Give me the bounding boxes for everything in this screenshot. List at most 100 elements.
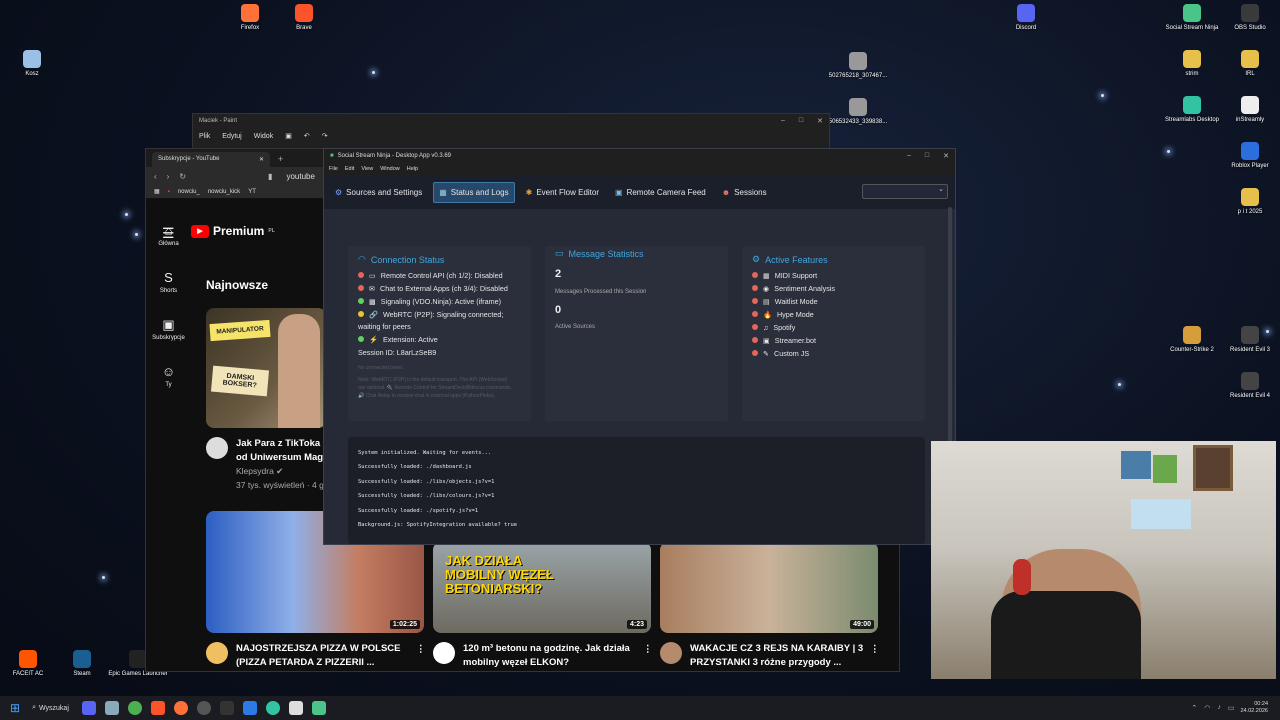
menu-plik[interactable]: Plik [199, 133, 210, 140]
menu-edit[interactable]: Edit [345, 166, 354, 172]
tab-sessions[interactable]: ☻ Sessions [717, 183, 772, 202]
video-title-4a[interactable]: WAKACJE CZ 3 REJS NA KARAIBY | 3 [690, 642, 863, 655]
session-select[interactable]: ⌄ [862, 184, 948, 199]
menu-help[interactable]: Help [407, 166, 418, 172]
maximize-icon[interactable]: □ [925, 152, 929, 160]
brave-icon[interactable] [151, 701, 166, 715]
menu-edytuj[interactable]: Edytuj [222, 133, 241, 140]
explorer-icon[interactable] [105, 701, 120, 715]
video-thumbnail-1[interactable]: MANIPULATOR DAMSKI BOKSER? [206, 308, 326, 428]
desktop-icon[interactable]: Discord [994, 4, 1058, 31]
tab-sources-settings[interactable]: ⚙ Sources and Settings [330, 183, 427, 202]
minimize-icon[interactable]: – [907, 152, 911, 160]
desktop-icon[interactable]: inStreamly [1218, 96, 1280, 123]
video-title-3b[interactable]: mobilny węzeł ELKON? [463, 656, 569, 669]
bookmark-nowciu-kick[interactable]: nowciu_kick [208, 189, 240, 195]
undo-icon[interactable]: ↶ [304, 132, 310, 140]
window-controls[interactable]: – □ ✕ [907, 152, 949, 160]
battery-icon[interactable]: ▭ [1228, 704, 1235, 712]
youtube-logo[interactable]: ▶ Premium PL [191, 224, 275, 238]
ssn-window[interactable]: ■ Social Stream Ninja - Desktop App v0.3.… [323, 148, 956, 545]
paint-icon[interactable] [289, 701, 304, 715]
more-options-icon[interactable]: ⋮ [416, 643, 426, 656]
tab-event-flow[interactable]: ✱ Event Flow Editor [521, 183, 604, 202]
tab-youtube[interactable]: Subskrypcje - YouTube ✕ [152, 152, 270, 167]
save-icon[interactable]: ▣ [285, 132, 292, 140]
more-options-icon[interactable]: ⋮ [870, 643, 880, 656]
clock[interactable]: 00:24 24.02.2026 [1240, 701, 1268, 715]
channel-name[interactable]: Klepsydra ✔ [236, 465, 283, 478]
bookmark-icon-1[interactable]: ▪ [168, 189, 170, 195]
video-thumbnail-3[interactable]: JAK DZIAŁA MOBILNY WĘZEŁ BETONIARSKI? 4:… [433, 542, 651, 633]
sidebar-item-shorts[interactable]: S Shorts [146, 270, 191, 317]
channel-avatar[interactable] [660, 642, 682, 664]
system-tray[interactable]: ⌃ ◠ ♪ ▭ [1191, 704, 1234, 712]
bookmark-yt[interactable]: YT [248, 189, 256, 195]
start-icon[interactable]: ⊞ [10, 701, 20, 715]
video-title-2b[interactable]: (PIZZA PETARDA Z PIZZERII ... [236, 656, 374, 669]
paint-window[interactable]: Maciek - Paint – □ ✕ Plik Edytuj Widok ▣ ↶… [192, 113, 830, 153]
chrome-icon[interactable] [128, 701, 143, 715]
new-tab-icon[interactable]: + [278, 154, 283, 167]
desktop-icon[interactable]: Steam [50, 650, 114, 677]
desktop-icon[interactable]: p i t 2025 [1218, 188, 1280, 215]
redo-icon[interactable]: ↷ [322, 132, 328, 140]
close-tab-icon[interactable]: ✕ [259, 156, 264, 163]
menu-widok[interactable]: Widok [254, 133, 273, 140]
apps-icon[interactable]: ▦ [154, 188, 160, 195]
streamlabs-icon[interactable] [266, 701, 281, 715]
event-log[interactable]: System initialized. Waiting for events..… [348, 437, 925, 544]
desktop-icon[interactable]: Social Stream Ninja [1160, 4, 1224, 31]
channel-avatar[interactable] [206, 437, 228, 459]
close-icon[interactable]: ✕ [943, 152, 949, 160]
desktop-icon[interactable]: Kosz [0, 50, 64, 77]
desktop-icon[interactable]: 502765218_307467... [826, 52, 890, 79]
desktop-icon[interactable]: Resident Evil 3 [1218, 326, 1280, 353]
menu-file[interactable]: File [329, 166, 338, 172]
tab-remote-camera[interactable]: ▣ Remote Camera Feed [610, 183, 711, 202]
desktop-icon[interactable]: Brave [272, 4, 336, 31]
menu-window[interactable]: Window [380, 166, 400, 172]
minimize-icon[interactable]: – [781, 117, 785, 125]
channel-avatar[interactable] [433, 642, 455, 664]
sidebar-item-you[interactable]: ☺ Ty [146, 364, 191, 411]
obs-icon[interactable] [197, 701, 212, 715]
ssn-titlebar[interactable]: ■ Social Stream Ninja - Desktop App v0.3.… [324, 149, 955, 163]
sidebar-item-subscriptions[interactable]: ▣ Subskrypcje [146, 317, 191, 364]
desktop-icon[interactable]: strim [1160, 50, 1224, 77]
desktop-icon[interactable]: Resident Evil 4 [1218, 372, 1280, 399]
wifi-icon[interactable]: ◠ [1204, 704, 1210, 712]
video-title-1b[interactable]: od Uniwersum Magi [236, 451, 326, 464]
maximize-icon[interactable]: □ [799, 117, 803, 125]
more-options-icon[interactable]: ⋮ [643, 643, 653, 656]
video-title-4b[interactable]: PRZYSTANKI 3 różne przygody ... [690, 656, 841, 669]
tab-status-logs[interactable]: ▦ Status and Logs [433, 181, 515, 203]
bookmark-nowciu[interactable]: nowciu_ [178, 189, 200, 195]
video-thumbnail-4[interactable]: 49:00 [660, 542, 878, 633]
firefox-icon[interactable] [174, 701, 189, 715]
menu-view[interactable]: View [361, 166, 373, 172]
desktop-icon[interactable]: IRL [1218, 50, 1280, 77]
video-title-2a[interactable]: NAJOSTRZEJSZA PIZZA W POLSCE [236, 642, 401, 655]
discord-icon[interactable] [82, 701, 97, 715]
back-icon[interactable]: ‹ [154, 172, 157, 181]
forward-icon[interactable]: › [167, 172, 170, 181]
taskbar-search[interactable]: ⌕ Wyszukaj [32, 704, 82, 712]
sidebar-item-home[interactable]: ⌂ Główna [146, 223, 191, 270]
volume-icon[interactable]: ♪ [1217, 704, 1221, 712]
close-icon[interactable]: ✕ [817, 117, 823, 125]
url-field[interactable]: youtube [286, 172, 314, 181]
video-title-3a[interactable]: 120 m³ betonu na godzinę. Jak działa [463, 642, 630, 655]
app-icon[interactable] [243, 701, 258, 715]
window-controls[interactable]: – □ ✕ [781, 117, 823, 125]
reload-icon[interactable]: ↻ [179, 172, 186, 181]
bookmark-icon[interactable]: ▮ [268, 172, 272, 181]
desktop-icon[interactable]: 506532433_339838... [826, 98, 890, 125]
desktop-icon[interactable]: Counter-Strike 2 [1160, 326, 1224, 353]
ssn-icon[interactable] [312, 701, 327, 715]
terminal-icon[interactable] [220, 701, 235, 715]
paint-titlebar[interactable]: Maciek - Paint [193, 114, 829, 128]
desktop-icon[interactable]: Streamlabs Desktop [1160, 96, 1224, 123]
channel-avatar[interactable] [206, 642, 228, 664]
video-title-1a[interactable]: Jak Para z TikToka S [236, 437, 329, 450]
